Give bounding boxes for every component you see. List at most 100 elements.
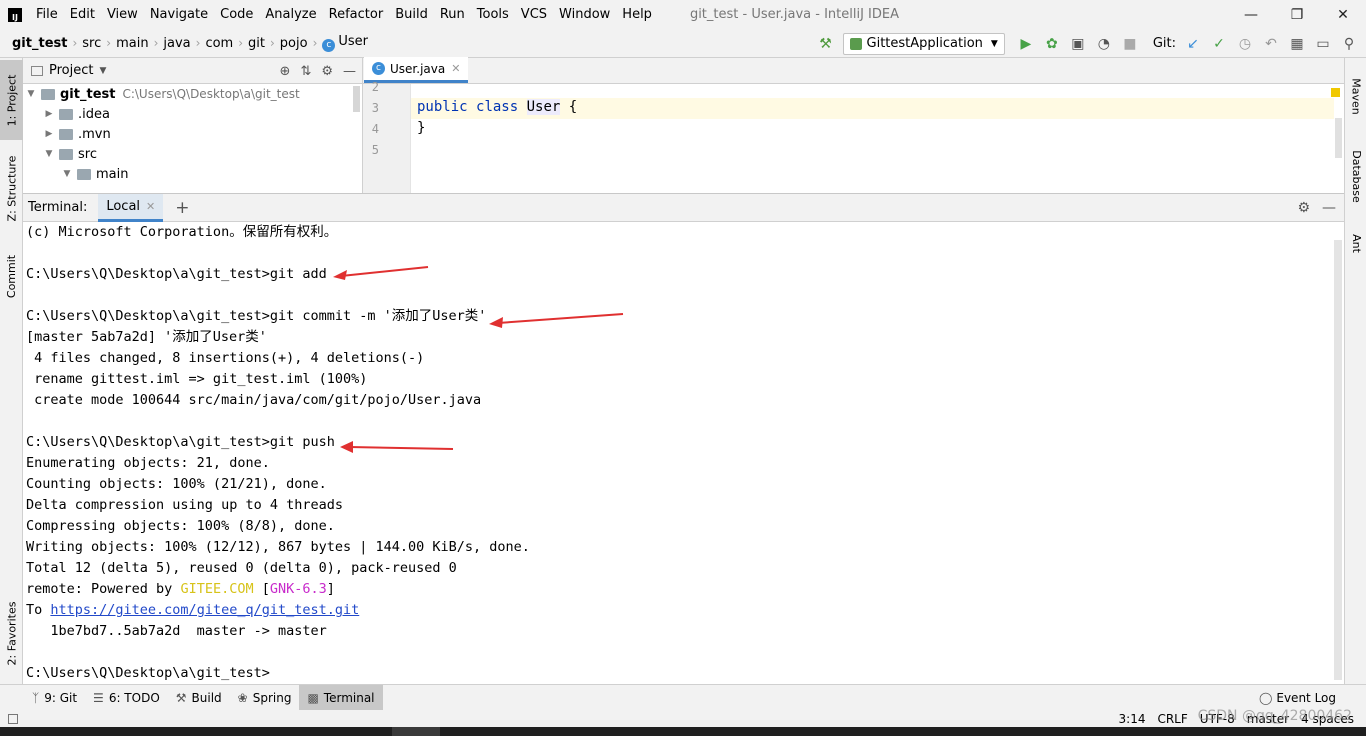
expand-arrow-icon[interactable]: ▼ bbox=[43, 149, 55, 159]
search-everywhere-icon[interactable]: ⚲ bbox=[1338, 33, 1360, 55]
terminal-tab-local[interactable]: Local ✕ bbox=[98, 193, 164, 222]
collapse-arrow-icon[interactable]: ▶ bbox=[43, 129, 55, 139]
menu-run[interactable]: Run bbox=[434, 0, 471, 29]
terminal-header: Terminal: Local ✕ + ⚙ — bbox=[23, 193, 1344, 222]
menu-analyze[interactable]: Analyze bbox=[259, 0, 322, 29]
code-area[interactable]: public class User { } bbox=[411, 84, 1334, 193]
inspection-warning-icon[interactable] bbox=[1331, 88, 1340, 97]
project-scrollbar[interactable] bbox=[353, 86, 360, 112]
remote-url-link[interactable]: https://gitee.com/gitee_q/git_test.git bbox=[50, 602, 359, 618]
tool-tab-structure[interactable]: Z: Structure bbox=[0, 148, 23, 228]
git-history-icon[interactable]: ◷ bbox=[1234, 33, 1256, 55]
tool-tab-favorites[interactable]: 2: Favorites bbox=[0, 588, 23, 678]
tree-item-src[interactable]: ▼ src bbox=[23, 144, 362, 164]
run-icon[interactable]: ▶ bbox=[1015, 33, 1037, 55]
expand-arrow-icon[interactable]: ▼ bbox=[25, 89, 37, 99]
tool-tab-project[interactable]: 1: Project bbox=[0, 60, 23, 140]
gear-icon[interactable]: ⚙ bbox=[321, 64, 333, 79]
line-separator[interactable]: CRLF bbox=[1157, 712, 1187, 726]
menu-tools[interactable]: Tools bbox=[471, 0, 515, 29]
stop-icon[interactable]: ■ bbox=[1119, 33, 1141, 55]
git-update-icon[interactable]: ↙ bbox=[1182, 33, 1204, 55]
hide-icon[interactable]: — bbox=[343, 64, 356, 79]
tool-tab-label: Terminal bbox=[323, 690, 375, 705]
menu-file[interactable]: File bbox=[30, 0, 64, 29]
terminal-line: [master 5ab7a2d] '添加了User类' bbox=[26, 329, 267, 345]
close-tab-icon[interactable]: ✕ bbox=[146, 200, 155, 213]
menu-build[interactable]: Build bbox=[389, 0, 434, 29]
locate-icon[interactable]: ⊕ bbox=[280, 64, 291, 79]
debug-icon[interactable]: ✿ bbox=[1041, 33, 1063, 55]
restore-icon[interactable]: ❐ bbox=[1274, 0, 1320, 29]
build-hammer-icon[interactable]: ⚒ bbox=[815, 33, 837, 55]
tool-tab-ant[interactable]: Ant bbox=[1345, 223, 1366, 263]
tool-tab-terminal[interactable]: ▩ Terminal bbox=[299, 684, 383, 711]
expand-arrow-icon[interactable]: ▼ bbox=[61, 169, 73, 179]
breadcrumb-src[interactable]: src bbox=[77, 36, 106, 51]
tool-tab-build[interactable]: ⚒ Build bbox=[168, 685, 230, 711]
editor-tab-user-java[interactable]: c User.java ✕ bbox=[364, 57, 469, 83]
breadcrumb-pojo[interactable]: pojo bbox=[275, 36, 313, 51]
caret-position[interactable]: 3:14 bbox=[1119, 712, 1146, 726]
breadcrumb-com[interactable]: com bbox=[200, 36, 238, 51]
breadcrumb-main[interactable]: main bbox=[111, 36, 153, 51]
hide-icon[interactable]: — bbox=[1322, 200, 1336, 216]
right-tool-stripe: Maven Database Ant bbox=[1344, 58, 1366, 684]
project-title[interactable]: Project bbox=[49, 63, 93, 78]
menu-navigate[interactable]: Navigate bbox=[144, 0, 214, 29]
coverage-icon[interactable]: ▣ bbox=[1067, 33, 1089, 55]
module-folder-icon bbox=[41, 88, 55, 100]
close-tab-icon[interactable]: ✕ bbox=[451, 62, 460, 75]
tool-tab-database[interactable]: Database bbox=[1345, 138, 1366, 214]
terminal-text: [ bbox=[253, 581, 270, 597]
tool-tab-todo[interactable]: ☰ 6: TODO bbox=[85, 685, 168, 711]
tree-item-main[interactable]: ▼ main bbox=[23, 164, 362, 184]
editor-scrollbar[interactable] bbox=[1335, 118, 1342, 158]
terminal-scrollbar[interactable] bbox=[1334, 240, 1342, 680]
tool-tab-spring[interactable]: ❀ Spring bbox=[230, 685, 300, 711]
git-rollback-icon[interactable]: ↶ bbox=[1260, 33, 1282, 55]
tool-tab-maven[interactable]: Maven bbox=[1345, 66, 1366, 126]
tool-tab-favorites-label: 2: Favorites bbox=[5, 601, 19, 665]
breadcrumb-project[interactable]: git_test bbox=[0, 36, 72, 51]
new-terminal-plus-icon[interactable]: + bbox=[175, 198, 189, 218]
line-number: 2 bbox=[371, 80, 379, 94]
terminal-output[interactable]: (c) Microsoft Corporation。保留所有权利。 C:\Use… bbox=[23, 222, 1332, 684]
presentation-icon[interactable]: ▭ bbox=[1312, 33, 1334, 55]
profile-icon[interactable]: ◔ bbox=[1093, 33, 1115, 55]
tree-item-mvn[interactable]: ▶ .mvn bbox=[23, 124, 362, 144]
project-structure-icon[interactable]: ▦ bbox=[1286, 33, 1308, 55]
tool-windows-toggle-icon[interactable] bbox=[8, 713, 18, 724]
hammer-icon: ⚒ bbox=[175, 690, 187, 705]
breadcrumb-user[interactable]: c User bbox=[317, 34, 373, 52]
tool-tab-commit[interactable]: Commit bbox=[0, 246, 23, 306]
menu-view[interactable]: View bbox=[101, 0, 144, 29]
terminal-line: 1be7bd7..5ab7a2d master -> master bbox=[26, 623, 327, 639]
chevron-down-icon[interactable]: ▼ bbox=[99, 66, 106, 76]
collapse-all-icon[interactable]: ⇅ bbox=[300, 64, 311, 79]
tree-item-idea[interactable]: ▶ .idea bbox=[23, 104, 362, 124]
window-title: git_test - User.java - IntelliJ IDEA bbox=[689, 7, 900, 22]
menu-edit[interactable]: Edit bbox=[64, 0, 101, 29]
collapse-arrow-icon[interactable]: ▶ bbox=[43, 109, 55, 119]
terminal-text: ] bbox=[326, 581, 335, 597]
breadcrumb-java[interactable]: java bbox=[158, 36, 195, 51]
menu-help[interactable]: Help bbox=[616, 0, 658, 29]
os-taskbar bbox=[0, 727, 1366, 736]
breadcrumb-git[interactable]: git bbox=[243, 36, 270, 51]
minimize-icon[interactable]: — bbox=[1228, 0, 1274, 29]
gear-icon[interactable]: ⚙ bbox=[1297, 200, 1310, 216]
menu-window[interactable]: Window bbox=[553, 0, 616, 29]
run-configuration-select[interactable]: GittestApplication ▼ bbox=[842, 32, 1005, 55]
tool-tab-git[interactable]: ᛉ 9: Git bbox=[24, 685, 85, 711]
close-window-icon[interactable]: ✕ bbox=[1320, 0, 1366, 29]
menu-code[interactable]: Code bbox=[214, 0, 259, 29]
taskbar-active-app[interactable] bbox=[392, 727, 440, 736]
menu-refactor[interactable]: Refactor bbox=[323, 0, 390, 29]
git-commit-icon[interactable]: ✓ bbox=[1208, 33, 1230, 55]
folder-icon bbox=[59, 128, 73, 140]
menu-vcs[interactable]: VCS bbox=[515, 0, 553, 29]
tree-item-root[interactable]: ▼ git_test C:\Users\Q\Desktop\a\git_test bbox=[23, 84, 362, 104]
